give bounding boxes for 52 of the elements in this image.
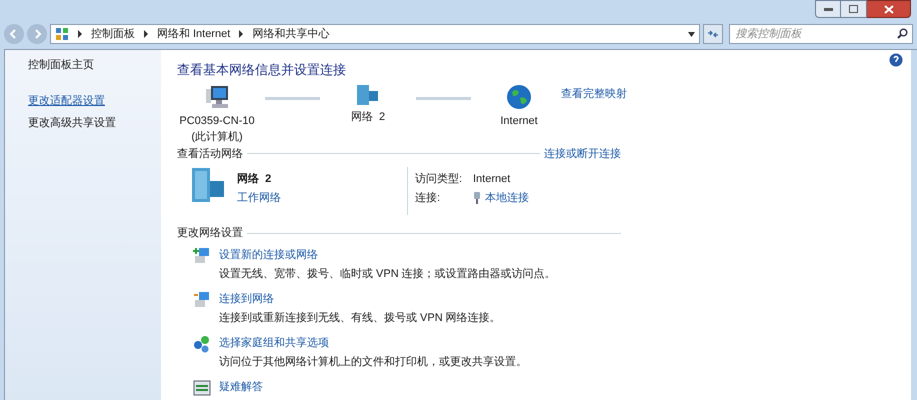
breadcrumb-item[interactable]: 控制面板 (90, 26, 135, 42)
task-link[interactable]: 疑难解答 (219, 378, 263, 395)
server-icon (355, 84, 381, 106)
troubleshoot-icon (193, 378, 211, 396)
task-link[interactable]: 选择家庭组和共享选项 (219, 334, 527, 351)
local-connection-link[interactable]: 本地连接 (485, 190, 529, 206)
map-node-sublabel: (此计算机) (191, 130, 243, 145)
computer-icon (204, 84, 230, 110)
close-icon (884, 4, 894, 14)
connection-label: 连接: (415, 190, 442, 206)
access-type-label: 访问类型: (415, 172, 464, 187)
chevron-icon (76, 30, 83, 38)
breadcrumb-item[interactable]: 网络和 Internet (156, 26, 230, 42)
map-node-label: PC0359-CN-10 (179, 114, 255, 128)
close-button[interactable] (867, 0, 911, 18)
map-node-label: Internet (500, 114, 538, 128)
refresh-icon (707, 29, 720, 39)
network-name: 网络 2 (237, 172, 272, 187)
search-field[interactable]: 搜索控制面板 (729, 24, 913, 44)
refresh-button[interactable] (703, 24, 724, 44)
sidebar-link[interactable]: 更改适配器设置 (28, 92, 161, 109)
section-heading: 更改网络设置 (177, 226, 243, 241)
dropdown-caret-icon[interactable] (688, 32, 696, 36)
minimize-button[interactable] (815, 0, 841, 18)
chevron-icon (238, 30, 244, 38)
help-icon[interactable] (889, 53, 903, 67)
task-description: 连接到或重新连接到无线、有线、拨号或 VPN 网络连接。 (219, 310, 501, 326)
network-type-link[interactable]: 工作网络 (237, 190, 281, 206)
map-node-label: 网络 2 (350, 110, 386, 124)
address-bar[interactable]: 控制面板 网络和 Internet 网络和共享中心 (50, 24, 700, 44)
breadcrumb-item[interactable]: 网络和共享中心 (252, 26, 330, 42)
server-icon (191, 167, 227, 203)
task-link[interactable]: 设置新的连接或网络 (219, 246, 556, 263)
task-description: 设置无线、宽带、拨号、临时或 VPN 连接；或设置路由器或访问点。 (219, 266, 556, 282)
globe-icon (506, 84, 532, 110)
access-type-value: Internet (473, 172, 512, 187)
new-connection-icon (193, 246, 211, 264)
network-computers-icon (193, 290, 211, 308)
sidebar-link[interactable]: 更改高级共享设置 (28, 115, 161, 132)
sidebar-link[interactable]: 控制面板主页 (28, 57, 161, 74)
homegroup-icon (193, 334, 211, 352)
task-link[interactable]: 连接到网络 (219, 290, 501, 307)
maximize-button[interactable] (841, 0, 867, 18)
connect-disconnect-link[interactable]: 连接或断开连接 (544, 146, 621, 162)
task-description: 访问位于其他网络计算机上的文件和打印机，或更改共享设置。 (219, 354, 527, 370)
section-heading: 查看活动网络 (177, 146, 243, 162)
search-icon[interactable] (896, 28, 908, 39)
chevron-icon (142, 30, 149, 38)
page-heading: 查看基本网络信息并设置连接 (177, 61, 347, 79)
control-panel-icon (54, 27, 69, 41)
full-map-link[interactable]: 查看完整映射 (561, 86, 627, 102)
plug-icon (473, 192, 481, 204)
